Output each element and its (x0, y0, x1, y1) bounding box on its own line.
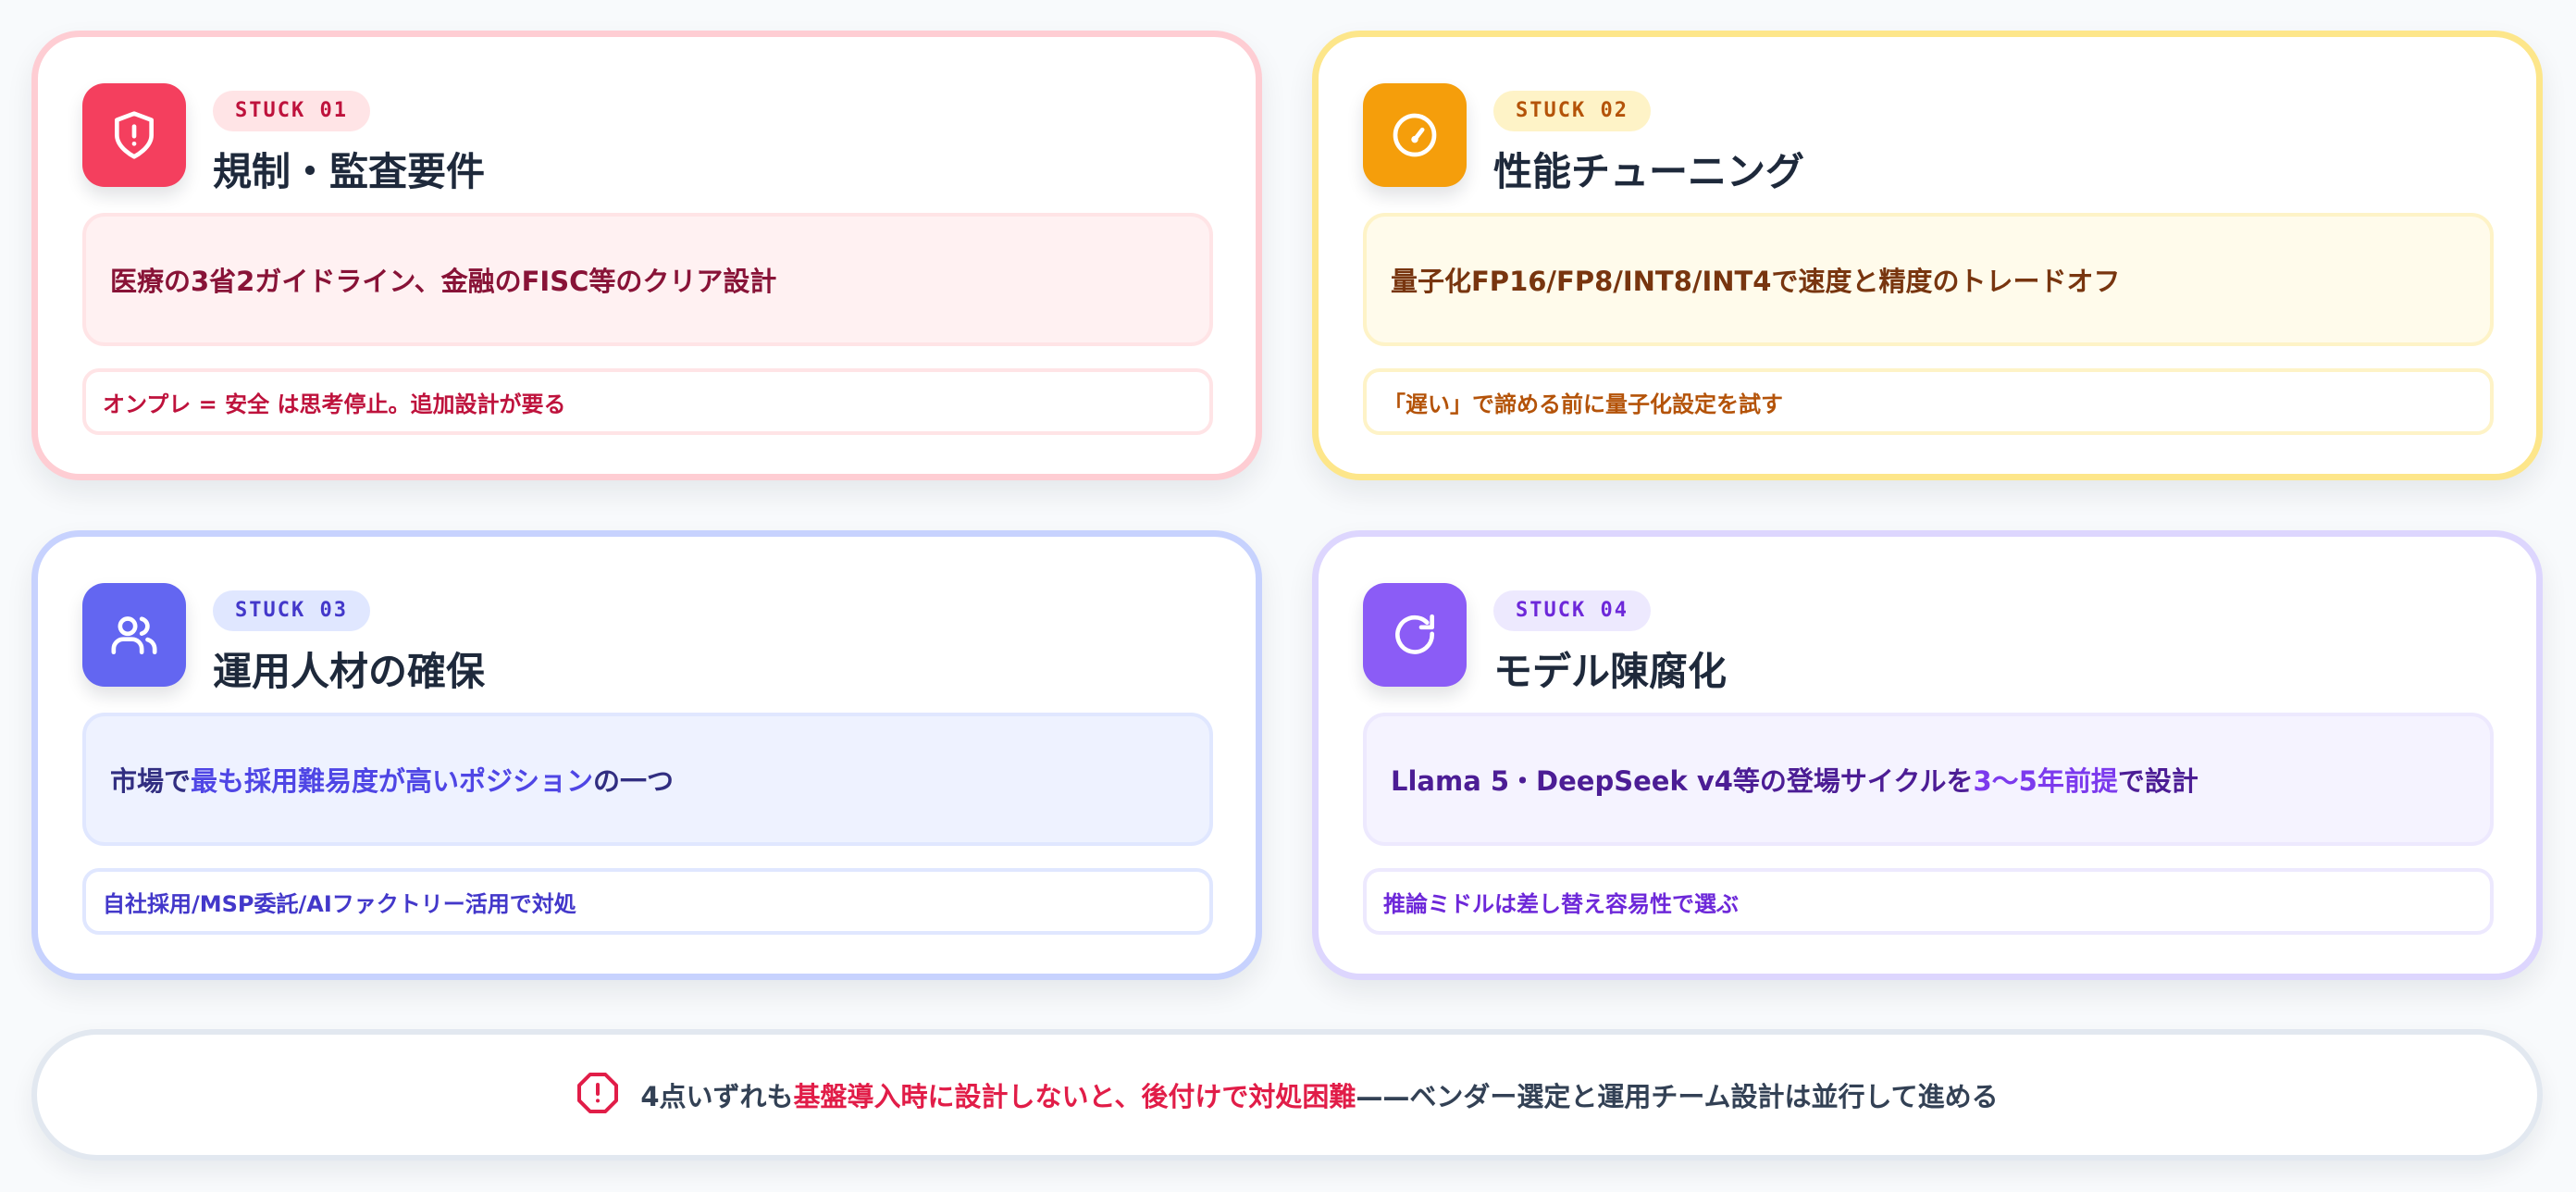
card-title: 運用人材の確保 (213, 649, 486, 694)
main-text: 市場で (110, 765, 192, 797)
summary-text: 4点いずれも基盤導入時に設計しないと、後付けで対処困難——ベンダー選定と運用チー… (640, 1075, 1998, 1114)
gauge-icon (1363, 83, 1467, 187)
stuck-card-02: STUCK 02 性能チューニング 量子化FP16/FP8/INT8/INT4で… (1312, 31, 2543, 480)
stuck-badge: STUCK 01 (213, 91, 370, 131)
main-highlight: 最も採用難易度が高いポジション (191, 765, 594, 797)
main-text-post: で設計 (2117, 765, 2198, 797)
shield-alert-icon (82, 83, 186, 187)
card-note: 自社採用/MSP委託/AIファクトリー活用で対処 (82, 868, 1213, 935)
stuck-badge: STUCK 04 (1493, 590, 1651, 631)
stuck-badge: STUCK 02 (1493, 91, 1651, 131)
main-text: 医療の3省2ガイドライン、金融のFISC等のクリア設計 (110, 266, 777, 297)
main-text: Llama 5・DeepSeek v4等の登場サイクルを (1391, 765, 1974, 797)
card-main-point: 医療の3省2ガイドライン、金融のFISC等のクリア設計 (82, 213, 1213, 346)
card-title: 性能チューニング (1493, 149, 1805, 194)
summary-banner: 4点いずれも基盤導入時に設計しないと、後付けで対処困難——ベンダー選定と運用チー… (31, 1029, 2543, 1161)
card-title: 規制・監査要件 (213, 149, 486, 194)
card-title: モデル陳腐化 (1493, 649, 1728, 694)
stuck-card-03: STUCK 03 運用人材の確保 市場で 最も採用難易度が高いポジション の一つ 自… (31, 530, 1262, 980)
card-main-point: 市場で 最も採用難易度が高いポジション の一つ (82, 713, 1213, 846)
summary-highlight: 基盤導入時に設計しないと、後付けで対処困難 (793, 1081, 1356, 1112)
card-note: オンプレ = 安全 は思考停止。追加設計が要る (82, 368, 1213, 435)
main-highlight: 3〜5年前提 (1973, 765, 2118, 797)
main-text: 量子化FP16/FP8/INT8/INT4で速度と精度のトレードオフ (1391, 266, 2121, 297)
alert-circle-icon (576, 1071, 620, 1119)
refresh-icon (1363, 583, 1467, 687)
card-note: 「遅い」で諦める前に量子化設定を試す (1363, 368, 2494, 435)
stuck-card-01: STUCK 01 規制・監査要件 医療の3省2ガイドライン、金融のFISC等のク… (31, 31, 1262, 480)
stuck-badge: STUCK 03 (213, 590, 370, 631)
card-main-point: Llama 5・DeepSeek v4等の登場サイクルを 3〜5年前提 で設計 (1363, 713, 2494, 846)
summary-pre: 4点いずれも (640, 1081, 794, 1112)
users-icon (82, 583, 186, 687)
stuck-points-board: STUCK 01 規制・監査要件 医療の3省2ガイドライン、金融のFISC等のク… (0, 0, 2576, 1192)
stuck-card-04: STUCK 04 モデル陳腐化 Llama 5・DeepSeek v4等の登場サ… (1312, 530, 2543, 980)
main-text-post: の一つ (593, 765, 675, 797)
card-note: 推論ミドルは差し替え容易性で選ぶ (1363, 868, 2494, 935)
summary-post: ——ベンダー選定と運用チーム設計は並行して進める (1356, 1081, 1999, 1112)
card-main-point: 量子化FP16/FP8/INT8/INT4で速度と精度のトレードオフ (1363, 213, 2494, 346)
